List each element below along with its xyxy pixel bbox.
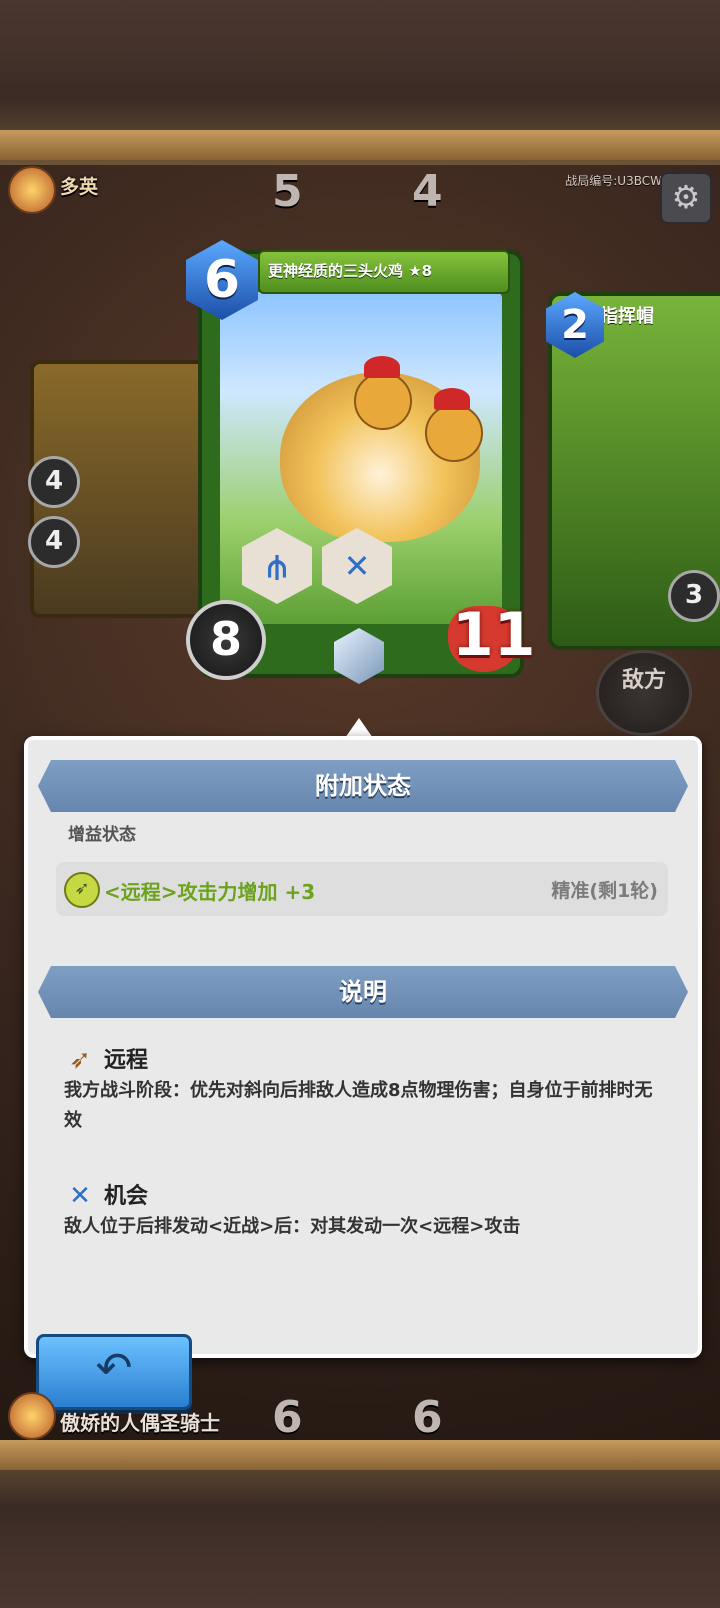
right-card-stat: 3 [668,570,720,622]
ability-name-chance: 机会 [104,1184,149,1209]
left-card[interactable]: 4 4 [28,360,208,618]
left-card-stat-top: 4 [28,456,80,508]
card-attack: 8 [186,600,266,680]
buff-label: 增益状态 [68,825,136,845]
bottom-player-name: 傲娇的人偶圣骑士 [60,1411,220,1435]
top-score-right: 4 [412,166,443,217]
chicken-comb [364,356,400,378]
ability-text-ranged: 我方战斗阶段：优先对斜向后排敌人造成8点物理伤害；自身位于前排时无效 [64,1080,653,1131]
chicken-comb [434,388,470,410]
status-header: 附加状态 [38,760,688,812]
enemy-label: 敌方 [596,650,692,736]
bottom-score-left: 6 [272,1392,303,1443]
left-card-stat-bottom: 4 [28,516,80,568]
ability-text-chance: 敌人位于后排发动<近战>后：对其发动一次<远程>攻击 [64,1216,521,1237]
top-player-name: 多英 [60,176,99,198]
top-frame [0,0,720,165]
status-popup: 附加状态 增益状态 ➶ <远程>攻击力增加 +3 精准(剩1轮) 说明 ➶ 远程… [24,736,702,1358]
popup-pointer [345,718,373,738]
bow-icon: ➶ [69,1045,91,1075]
bottom-frame [0,1440,720,1608]
ability-name-ranged: 远程 [104,1048,149,1073]
crossed-arrows-icon: ✕ [69,1181,91,1211]
desc-header: 说明 [38,966,688,1018]
bottom-player-avatar[interactable] [8,1392,56,1440]
chicken-head [425,404,483,462]
buff-row: ➶ <远程>攻击力增加 +3 精准(剩1轮) [56,862,668,916]
top-score-left: 5 [272,166,303,217]
right-card-title: 指挥帽 [600,306,654,327]
gear-icon[interactable]: ⚙ [660,172,712,224]
buff-text: <远程>攻击力增加 +3 [104,880,316,904]
back-button[interactable]: ↶ [36,1334,192,1410]
chicken-head [354,372,412,430]
card-title: 更神经质的三头火鸡 ★8 [258,250,510,294]
buff-duration: 精准(剩1轮) [551,880,658,902]
frame-trim [0,1440,720,1470]
bottom-score-right: 6 [412,1392,443,1443]
top-player-avatar[interactable] [8,166,56,214]
bow-icon: ➶ [64,872,100,908]
frame-trim [0,130,720,160]
card-health: 11 [452,600,536,670]
battle-id: 战局编号:U3BCW [565,174,662,188]
